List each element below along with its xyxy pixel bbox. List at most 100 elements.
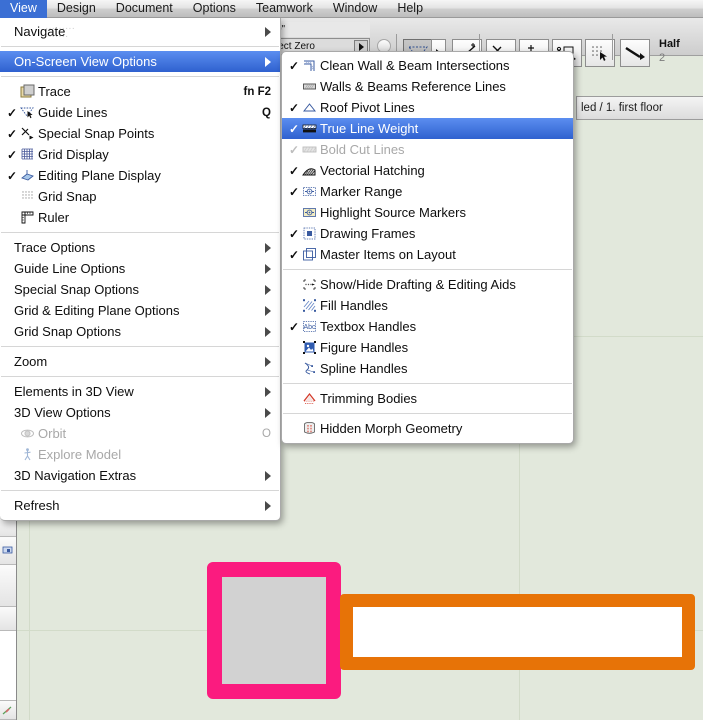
textbox-handles-icon: Abc xyxy=(303,321,316,332)
menu-item-editing-plane-display[interactable]: ✓ Editing Plane Display xyxy=(0,165,280,186)
menu-item-grid-display[interactable]: ✓ Grid Display xyxy=(0,144,280,165)
menubar-item-view[interactable]: View xyxy=(0,0,47,18)
checkmark: ✓ xyxy=(288,100,300,115)
fill-handles-icon xyxy=(303,299,316,312)
checkmark: ✓ xyxy=(288,319,300,334)
pen-weight-label: Half xyxy=(659,38,680,50)
submenu-item-highlight-source-markers[interactable]: Highlight Source Markers xyxy=(282,202,573,223)
menu-item-grid-snap[interactable]: Grid Snap xyxy=(0,186,280,207)
checkmark: ✓ xyxy=(6,147,18,162)
menu-item-zoom[interactable]: Zoom xyxy=(0,351,280,372)
submenu-item-label: Walls & Beams Reference Lines xyxy=(320,79,506,94)
submenu-item-marker-range[interactable]: ✓ Marker Range xyxy=(282,181,573,202)
on-screen-view-options-menu[interactable]: ✓ Clean Wall & Beam Intersections Walls … xyxy=(281,51,574,444)
menu-item-3d-view-options[interactable]: 3D View Options xyxy=(0,402,280,423)
roof-pivot-icon xyxy=(302,103,317,112)
menubar-item-document[interactable]: Document xyxy=(106,0,183,18)
chevron-right-icon xyxy=(265,326,271,337)
submenu-item-label: Hidden Morph Geometry xyxy=(320,421,463,436)
grid-snap-icon xyxy=(22,191,33,199)
pen-weight-value: 2 xyxy=(659,52,666,64)
master-items-icon xyxy=(303,248,316,261)
submenu-item-master-items-on-layout[interactable]: ✓ Master Items on Layout xyxy=(282,244,573,265)
chevron-right-icon xyxy=(265,356,271,367)
submenu-item-hidden-morph-geometry[interactable]: Hidden Morph Geometry xyxy=(282,418,573,439)
menu-item-grid-editing-plane-options[interactable]: Grid & Editing Plane Options xyxy=(0,300,280,321)
strip-panel[interactable] xyxy=(0,631,16,701)
menu-item-refresh[interactable]: Refresh xyxy=(0,495,280,516)
trace-icon xyxy=(20,84,35,98)
strip-button-2[interactable] xyxy=(0,537,16,565)
checkmark: ✓ xyxy=(288,184,300,199)
grid-snap-icon xyxy=(592,46,607,61)
toolbar-separator xyxy=(612,34,613,60)
checkmark: ✓ xyxy=(288,247,300,262)
highlight-source-markers-icon xyxy=(303,208,316,217)
menu-separator xyxy=(1,346,279,347)
menu-item-trace[interactable]: Trace fn F2 xyxy=(0,81,280,102)
submenu-item-fill-handles[interactable]: Fill Handles xyxy=(282,295,573,316)
checkmark: ✓ xyxy=(288,226,300,241)
strip-button-4[interactable] xyxy=(0,701,16,720)
menu-item-label: Zoom xyxy=(14,354,48,369)
document-tab[interactable]: led / 1. first floor xyxy=(576,96,703,120)
special-snap-icon xyxy=(21,127,34,140)
menubar-item-window[interactable]: Window xyxy=(323,0,387,18)
menu-item-grid-snap-options[interactable]: Grid Snap Options xyxy=(0,321,280,342)
menubar-item-teamwork[interactable]: Teamwork xyxy=(246,0,323,18)
menu-item-special-snap-options[interactable]: Special Snap Options xyxy=(0,279,280,300)
ghost-artifact: ······· xyxy=(45,31,69,42)
strip-button-3[interactable] xyxy=(0,607,16,631)
submenu-item-clean-wall-beam-intersections[interactable]: ✓ Clean Wall & Beam Intersections xyxy=(282,55,573,76)
menu-item-special-snap-points[interactable]: ✓ Special Snap Points xyxy=(0,123,280,144)
submenu-item-roof-pivot-lines[interactable]: ✓ Roof Pivot Lines xyxy=(282,97,573,118)
menu-item-on-screen-view-options[interactable]: On-Screen View Options xyxy=(0,51,280,72)
menu-item-navigate[interactable]: ········· ······· Navigate xyxy=(0,21,280,42)
menu-item-ruler[interactable]: Ruler xyxy=(0,207,280,228)
checkmark: ✓ xyxy=(6,126,18,141)
menubar-item-help[interactable]: Help xyxy=(387,0,433,18)
vectorial-hatching-icon xyxy=(302,168,316,176)
submenu-item-trimming-bodies[interactable]: Trimming Bodies xyxy=(282,388,573,409)
drawing-frames-icon xyxy=(303,227,316,240)
submenu-item-textbox-handles[interactable]: ✓ Abc Textbox Handles xyxy=(282,316,573,337)
menu-item-orbit: Orbit O xyxy=(0,423,280,444)
strip-knob-cell[interactable] xyxy=(0,565,16,641)
chevron-right-icon xyxy=(265,263,271,274)
menu-item-trace-options[interactable]: Trace Options xyxy=(0,237,280,258)
menu-item-guide-lines[interactable]: ✓ Guide Lines Q xyxy=(0,102,280,123)
explore-model-icon xyxy=(24,448,31,461)
menu-item-elements-in-3d-view[interactable]: Elements in 3D View xyxy=(0,381,280,402)
menu-item-3d-navigation-extras[interactable]: 3D Navigation Extras xyxy=(0,465,280,486)
submenu-item-true-line-weight[interactable]: ✓ True Line Weight xyxy=(282,118,573,139)
submenu-item-drawing-frames[interactable]: ✓ Drawing Frames xyxy=(282,223,573,244)
submenu-item-vectorial-hatching[interactable]: ✓ Vectorial Hatching xyxy=(282,160,573,181)
orange-rectangle-shape[interactable] xyxy=(340,594,695,670)
menu-separator xyxy=(1,490,279,491)
chevron-right-icon xyxy=(265,470,271,481)
pen-weight-tool-button[interactable] xyxy=(620,39,650,67)
submenu-item-figure-handles[interactable]: Figure Handles xyxy=(282,337,573,358)
view-menu[interactable]: ········· ······· Navigate On-Screen Vie… xyxy=(0,18,281,521)
grid-snap-tool-button[interactable] xyxy=(585,39,615,67)
application-window: 0" ject Zero xyxy=(0,0,703,720)
left-toolbar-strip[interactable] xyxy=(0,515,17,720)
checkmark: ✓ xyxy=(288,142,300,157)
chevron-right-icon xyxy=(265,26,271,37)
orbit-icon xyxy=(21,429,34,438)
submenu-item-walls-beams-reference-lines[interactable]: Walls & Beams Reference Lines xyxy=(282,76,573,97)
trimming-bodies-icon xyxy=(303,392,316,404)
submenu-item-spline-handles[interactable]: Spline Handles xyxy=(282,358,573,379)
pink-rectangle-shape[interactable] xyxy=(207,562,341,699)
leaf-icon xyxy=(2,706,12,715)
submenu-item-show-hide-drafting-editing-aids[interactable]: Show/Hide Drafting & Editing Aids xyxy=(282,274,573,295)
menubar-item-design[interactable]: Design xyxy=(47,0,106,18)
menu-separator xyxy=(283,383,572,384)
chevron-right-icon xyxy=(265,500,271,511)
menu-item-guide-line-options[interactable]: Guide Line Options xyxy=(0,258,280,279)
checkmark: ✓ xyxy=(288,121,300,136)
menu-separator xyxy=(283,269,572,270)
menu-bar[interactable]: View Design Document Options Teamwork Wi… xyxy=(0,0,703,18)
menubar-item-options[interactable]: Options xyxy=(183,0,246,18)
bold-cut-lines-icon xyxy=(302,146,317,153)
